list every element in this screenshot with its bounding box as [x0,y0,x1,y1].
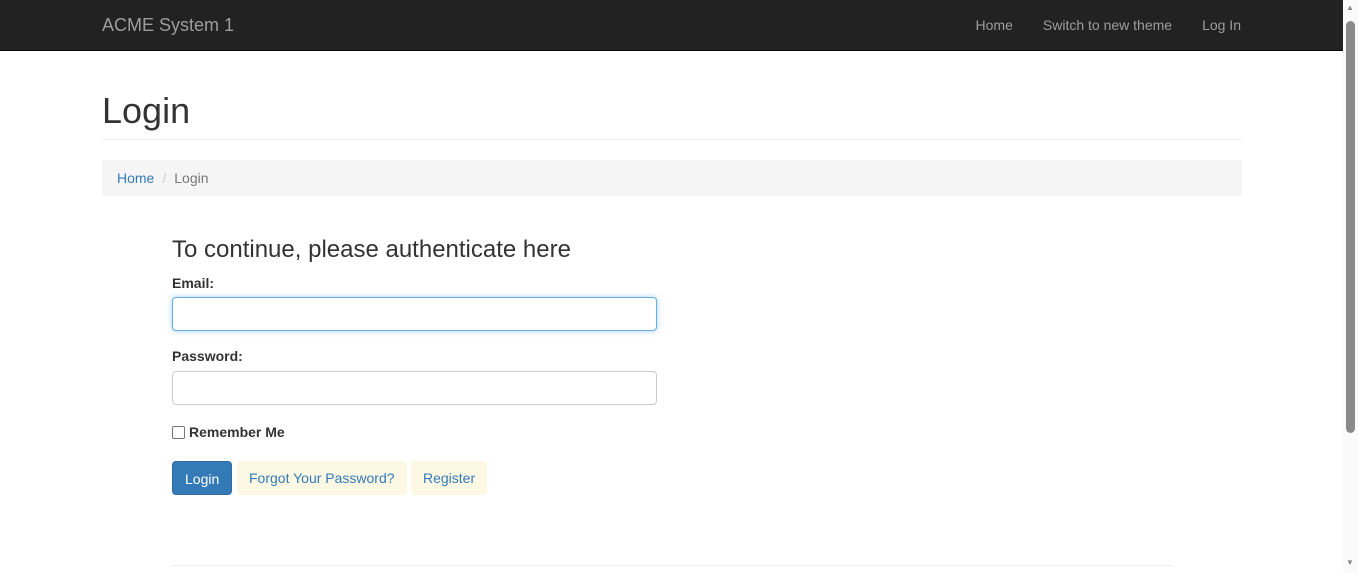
forgot-password-button[interactable]: Forgot Your Password? [237,461,407,495]
divider [172,565,1172,566]
register-button[interactable]: Register [411,461,488,495]
navbar: ACME System 1 Home Switch to new theme L… [0,0,1343,51]
password-label: Password: [172,348,243,364]
remember-checkbox[interactable] [172,425,185,439]
email-field[interactable] [172,297,657,331]
form-heading: To continue, please authenticate here [172,236,571,263]
email-label: Email: [172,275,215,291]
password-field[interactable] [172,371,657,405]
scroll-down-icon[interactable]: ▼ [1346,558,1354,567]
page-title: Login [102,90,191,131]
breadcrumb-home[interactable]: Home [117,170,154,186]
divider [102,139,1242,140]
remember-me[interactable]: Remember Me [172,424,285,440]
scrollbar-thumb[interactable] [1346,21,1355,433]
nav-log-in[interactable]: Log In [1187,0,1241,50]
nav-links: Home Switch to new theme Log In [961,0,1241,50]
nav-home[interactable]: Home [961,0,1028,50]
nav-switch-theme[interactable]: Switch to new theme [1028,0,1187,50]
remember-label: Remember Me [189,424,285,440]
breadcrumb-separator: / [162,170,167,186]
brand-link[interactable]: ACME System 1 [102,15,234,36]
breadcrumb: Home / Login [102,160,1242,196]
breadcrumb-current: Login [174,170,209,186]
scrollbar[interactable]: ▲ ▼ [1343,0,1358,573]
scroll-up-icon[interactable]: ▲ [1346,3,1354,12]
login-button[interactable]: Login [172,461,232,495]
